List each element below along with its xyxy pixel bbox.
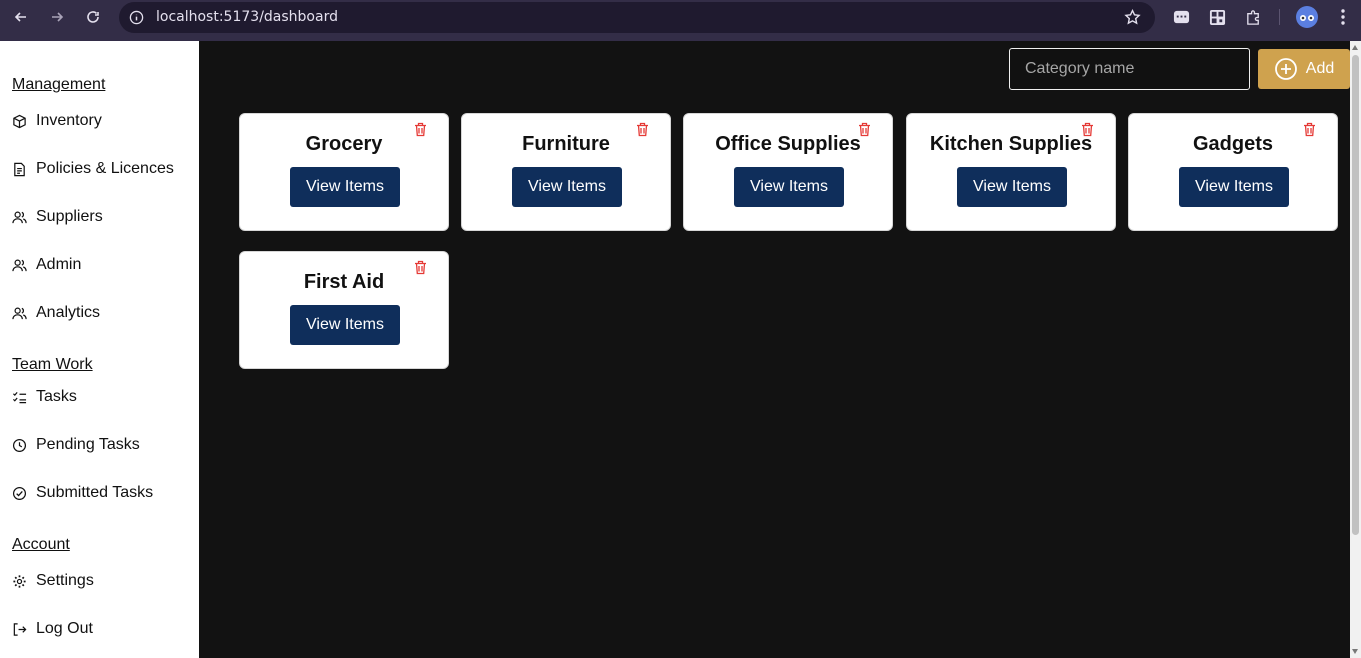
logout-icon [13,622,27,636]
toolbar-separator [1279,9,1280,25]
trash-icon[interactable] [414,122,427,137]
sidebar-item-label: Tasks [36,388,77,405]
category-card: Kitchen Supplies View Items [906,113,1116,231]
sidebar: Management Inventory Policies & Licences… [0,41,199,658]
users-icon [12,211,27,223]
sidebar-item-logout[interactable]: Log Out [12,617,192,641]
plus-circle-icon [1274,58,1297,80]
trash-icon[interactable] [414,260,427,275]
extension-chat-icon[interactable] [1172,8,1190,26]
trash-icon[interactable] [1081,122,1094,137]
users-icon [12,307,27,319]
back-button[interactable] [9,5,33,29]
sidebar-item-label: Policies & Licences [36,160,174,177]
forward-arrow-icon [52,12,64,22]
view-items-button[interactable]: View Items [290,305,400,345]
document-icon [14,162,25,176]
category-card: Grocery View Items [239,113,449,231]
site-info-icon[interactable] [129,10,144,25]
sidebar-item-label: Inventory [36,112,102,129]
check-circle-icon [12,486,27,500]
page-scrollbar[interactable] [1350,41,1361,658]
sidebar-item-label: Log Out [36,620,93,637]
view-items-button[interactable]: View Items [957,167,1067,207]
browser-toolbar: localhost:5173/dashboard [0,0,1361,41]
sidebar-item-label: Pending Tasks [36,436,140,453]
sidebar-item-settings[interactable]: Settings [12,569,192,593]
sidebar-item-pending-tasks[interactable]: Pending Tasks [12,433,192,457]
scroll-down-arrow-icon[interactable] [1352,649,1358,654]
add-category-button[interactable]: Add [1258,49,1350,89]
profile-icon [1300,15,1314,21]
category-card: First Aid View Items [239,251,449,369]
profile-avatar[interactable] [1296,6,1318,28]
reload-button[interactable] [81,5,105,29]
scroll-up-arrow-icon[interactable] [1352,45,1358,50]
extensions-puzzle-icon[interactable] [1244,8,1262,26]
address-bar[interactable]: localhost:5173/dashboard [119,2,1155,33]
view-items-button[interactable]: View Items [512,167,622,207]
category-card: Gadgets View Items [1128,113,1338,231]
sidebar-item-label: Submitted Tasks [36,484,154,501]
extension-qr-icon[interactable] [1208,8,1226,26]
category-name-input[interactable] [1009,48,1250,90]
users-icon [12,259,27,271]
view-items-button[interactable]: View Items [290,167,400,207]
url-text: localhost:5173/dashboard [156,9,338,25]
checklist-icon [12,391,27,403]
gear-icon [13,574,26,588]
browser-menu-icon[interactable] [1336,8,1350,26]
sidebar-item-submitted-tasks[interactable]: Submitted Tasks [12,481,192,505]
bookmark-star-icon[interactable] [1124,9,1141,26]
sidebar-item-label: Analytics [36,304,101,321]
sidebar-item-analytics[interactable]: Analytics [12,301,192,325]
back-arrow-icon [14,12,26,22]
main-content: Add Grocery View Items Furniture View It… [199,41,1350,658]
view-items-button[interactable]: View Items [734,167,844,207]
box-icon [13,114,26,128]
sidebar-item-policies[interactable]: Policies & Licences [12,157,192,181]
clock-icon [12,438,27,452]
trash-icon[interactable] [858,122,871,137]
trash-icon[interactable] [1303,122,1316,137]
scrollbar-thumb[interactable] [1352,55,1359,535]
sidebar-item-tasks[interactable]: Tasks [12,385,192,409]
sidebar-item-label: Suppliers [36,208,103,225]
view-items-button[interactable]: View Items [1179,167,1289,207]
add-button-label: Add [1305,60,1335,77]
section-title-team-work: Team Work [12,356,93,373]
sidebar-item-admin[interactable]: Admin [12,253,192,277]
sidebar-item-suppliers[interactable]: Suppliers [12,205,192,229]
category-card: Office Supplies View Items [683,113,893,231]
forward-button[interactable] [45,5,69,29]
section-title-management: Management [12,76,106,93]
category-card: Furniture View Items [461,113,671,231]
trash-icon[interactable] [636,122,649,137]
section-title-account: Account [12,536,70,553]
sidebar-item-label: Admin [36,256,82,273]
sidebar-item-inventory[interactable]: Inventory [12,109,192,133]
reload-icon [87,11,99,23]
sidebar-item-label: Settings [36,572,94,589]
